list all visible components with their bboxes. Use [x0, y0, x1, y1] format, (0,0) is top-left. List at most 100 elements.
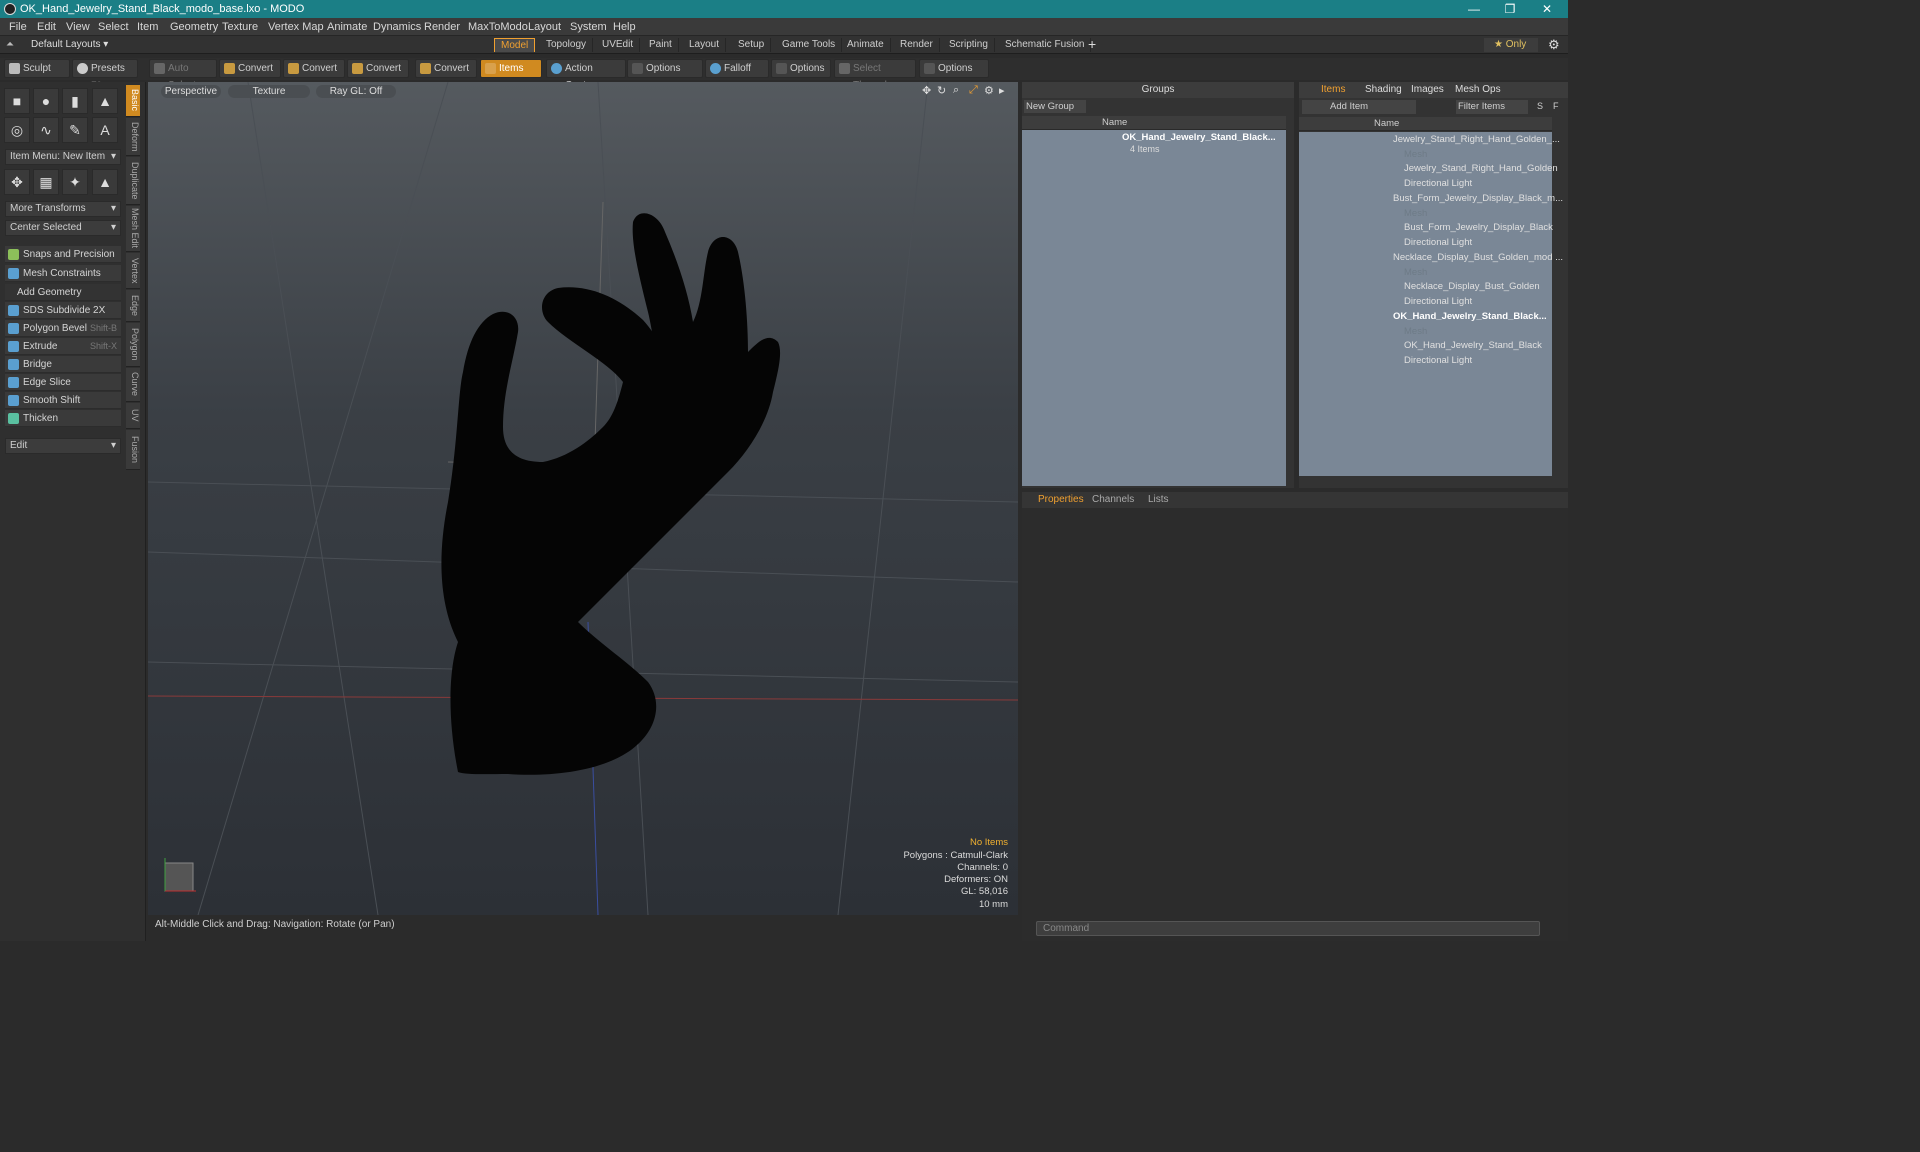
extrude-button[interactable]: Extrude Shift-X	[5, 338, 121, 355]
list-item[interactable]: Bust_Form_Jewelry_Display_Black	[1404, 221, 1553, 235]
menu-dynamics[interactable]: Dynamics	[373, 21, 421, 33]
tab-lists[interactable]: Lists	[1148, 494, 1169, 505]
action-center-options-button[interactable]: Options	[627, 59, 703, 78]
vtab-polygon[interactable]: Polygon	[126, 323, 140, 367]
vtab-deform[interactable]: Deform	[126, 118, 140, 156]
more-transforms-dropdown[interactable]: More Transforms ▾	[5, 201, 121, 217]
select-options-button[interactable]: Options	[919, 59, 989, 78]
tab-layout[interactable]: Layout	[683, 38, 727, 52]
tab-items[interactable]: Items	[1321, 82, 1345, 98]
tab-scripting[interactable]: Scripting	[943, 38, 995, 52]
minimize-button[interactable]: —	[1462, 1, 1486, 17]
convert-polygon-button[interactable]: Convert	[347, 59, 409, 78]
menu-file[interactable]: File	[9, 21, 27, 33]
menu-layout[interactable]: Layout	[528, 21, 561, 33]
menu-vertex-map[interactable]: Vertex Map	[268, 21, 324, 33]
add-item-dropdown[interactable]: Add Item	[1302, 100, 1416, 114]
gear-icon[interactable]: ⚙	[1548, 37, 1560, 53]
fit-icon[interactable]: ⤢	[969, 84, 978, 97]
command-input[interactable]: Command	[1036, 921, 1540, 936]
3d-viewport[interactable]: Perspective Texture Ray GL: Off ✥ ↻ ⌕ ⤢ …	[148, 82, 1018, 915]
perspective-button[interactable]: Perspective	[161, 85, 221, 98]
items-mode-button[interactable]: Items	[480, 59, 542, 78]
list-item[interactable]: OK_Hand_Jewelry_Stand_Black...	[1393, 310, 1547, 324]
zoom-icon[interactable]: ⌕	[953, 84, 959, 97]
tab-channels[interactable]: Channels	[1092, 494, 1134, 505]
group-row-label[interactable]: OK_Hand_Jewelry_Stand_Black...	[1122, 132, 1276, 143]
sphere-icon[interactable]: ●	[33, 88, 59, 114]
new-group-button[interactable]: New Group	[1024, 100, 1086, 113]
menu-render[interactable]: Render	[424, 21, 460, 33]
tab-paint[interactable]: Paint	[643, 38, 679, 52]
f-button[interactable]: F	[1553, 101, 1559, 111]
tab-shading[interactable]: Shading	[1365, 82, 1402, 98]
only-toggle[interactable]: ★ Only	[1484, 38, 1538, 52]
close-button[interactable]: ✕	[1535, 1, 1559, 17]
bridge-button[interactable]: Bridge	[5, 356, 121, 373]
tab-model[interactable]: Model	[494, 38, 536, 52]
auto-select-button[interactable]: Auto Select	[149, 59, 217, 91]
select-through-button[interactable]: Select Through	[834, 59, 916, 91]
default-layouts-dropdown[interactable]: Default Layouts ▾	[31, 39, 108, 50]
filter-items-field[interactable]: Filter Items	[1456, 100, 1528, 114]
cylinder-icon[interactable]: ▮	[62, 88, 88, 114]
menu-system[interactable]: System	[570, 21, 607, 33]
add-tab-icon[interactable]: +	[1088, 36, 1096, 52]
scale-icon[interactable]: ▲	[92, 169, 118, 195]
item-menu-dropdown[interactable]: Item Menu: New Item ▾	[5, 149, 121, 165]
expand-right-icon[interactable]: ▸	[999, 84, 1005, 97]
list-item[interactable]: Directional Light	[1404, 295, 1472, 309]
snaps-precision-button[interactable]: Snaps and Precision	[5, 246, 121, 263]
move-icon[interactable]: ✥	[4, 169, 30, 195]
list-item[interactable]: Directional Light	[1404, 236, 1472, 250]
tab-mesh-ops[interactable]: Mesh Ops	[1455, 82, 1501, 98]
settings-icon[interactable]: ⚙	[984, 84, 994, 97]
polygon-bevel-button[interactable]: Polygon Bevel Shift-B	[5, 320, 121, 337]
menu-select[interactable]: Select	[98, 21, 129, 33]
tab-uvedit[interactable]: UVEdit	[596, 38, 641, 52]
orbit-icon[interactable]: ↻	[937, 84, 946, 97]
add-geometry-header[interactable]: Add Geometry	[5, 284, 121, 301]
pan-icon[interactable]: ✥	[922, 84, 931, 97]
vtab-curve[interactable]: Curve	[126, 368, 140, 402]
list-item[interactable]: Jewelry_Stand_Right_Hand_Golden_...	[1393, 133, 1560, 147]
action-center-button[interactable]: Action Center	[546, 59, 626, 91]
falloff-options-button[interactable]: Options	[771, 59, 831, 78]
rotate-icon[interactable]: ✦	[62, 169, 88, 195]
vtab-fusion[interactable]: Fusion	[126, 430, 140, 470]
grid-icon[interactable]: ▦	[33, 169, 59, 195]
up-arrow-icon[interactable]: ⏶	[6, 39, 14, 50]
tab-render[interactable]: Render	[894, 38, 940, 52]
convert-vertex-button[interactable]: Convert	[219, 59, 281, 78]
list-item[interactable]: OK_Hand_Jewelry_Stand_Black	[1404, 339, 1542, 353]
convert-item-button[interactable]: Convert	[415, 59, 477, 78]
list-item[interactable]: Bust_Form_Jewelry_Display_Black_m...	[1393, 192, 1563, 206]
presets-button[interactable]: Presets F6	[72, 59, 138, 90]
maximize-button[interactable]: ❐	[1498, 1, 1522, 17]
mesh-constraints-button[interactable]: Mesh Constraints	[5, 265, 121, 282]
list-item[interactable]: Necklace_Display_Bust_Golden_mod ...	[1393, 251, 1563, 265]
menu-edit[interactable]: Edit	[37, 21, 56, 33]
menu-item[interactable]: Item	[137, 21, 158, 33]
torus-icon[interactable]: ◎	[4, 117, 30, 143]
tab-schematic-fusion[interactable]: Schematic Fusion	[999, 38, 1092, 52]
edit-dropdown[interactable]: Edit ▾	[5, 438, 121, 454]
tab-topology[interactable]: Topology	[540, 38, 594, 52]
list-item[interactable]: Mesh	[1404, 266, 1427, 280]
convert-edge-button[interactable]: Convert	[283, 59, 345, 78]
list-item[interactable]: Mesh	[1404, 148, 1427, 162]
menu-help[interactable]: Help	[613, 21, 636, 33]
list-item[interactable]: Mesh	[1404, 207, 1427, 221]
list-item[interactable]: Directional Light	[1404, 354, 1472, 368]
tab-game-tools[interactable]: Game Tools	[776, 38, 843, 52]
vtab-basic[interactable]: Basic	[126, 85, 140, 117]
sculpt-button[interactable]: Sculpt	[4, 59, 70, 78]
vtab-mesh-edit[interactable]: Mesh Edit	[126, 206, 140, 252]
list-item[interactable]: Necklace_Display_Bust_Golden	[1404, 280, 1540, 294]
thicken-button[interactable]: Thicken	[5, 410, 121, 427]
edge-slice-button[interactable]: Edge Slice	[5, 374, 121, 391]
list-item[interactable]: Jewelry_Stand_Right_Hand_Golden	[1404, 162, 1558, 176]
sds-subdivide-button[interactable]: SDS Subdivide 2X	[5, 302, 121, 319]
tab-animate[interactable]: Animate	[841, 38, 891, 52]
cube-icon[interactable]: ■	[4, 88, 30, 114]
